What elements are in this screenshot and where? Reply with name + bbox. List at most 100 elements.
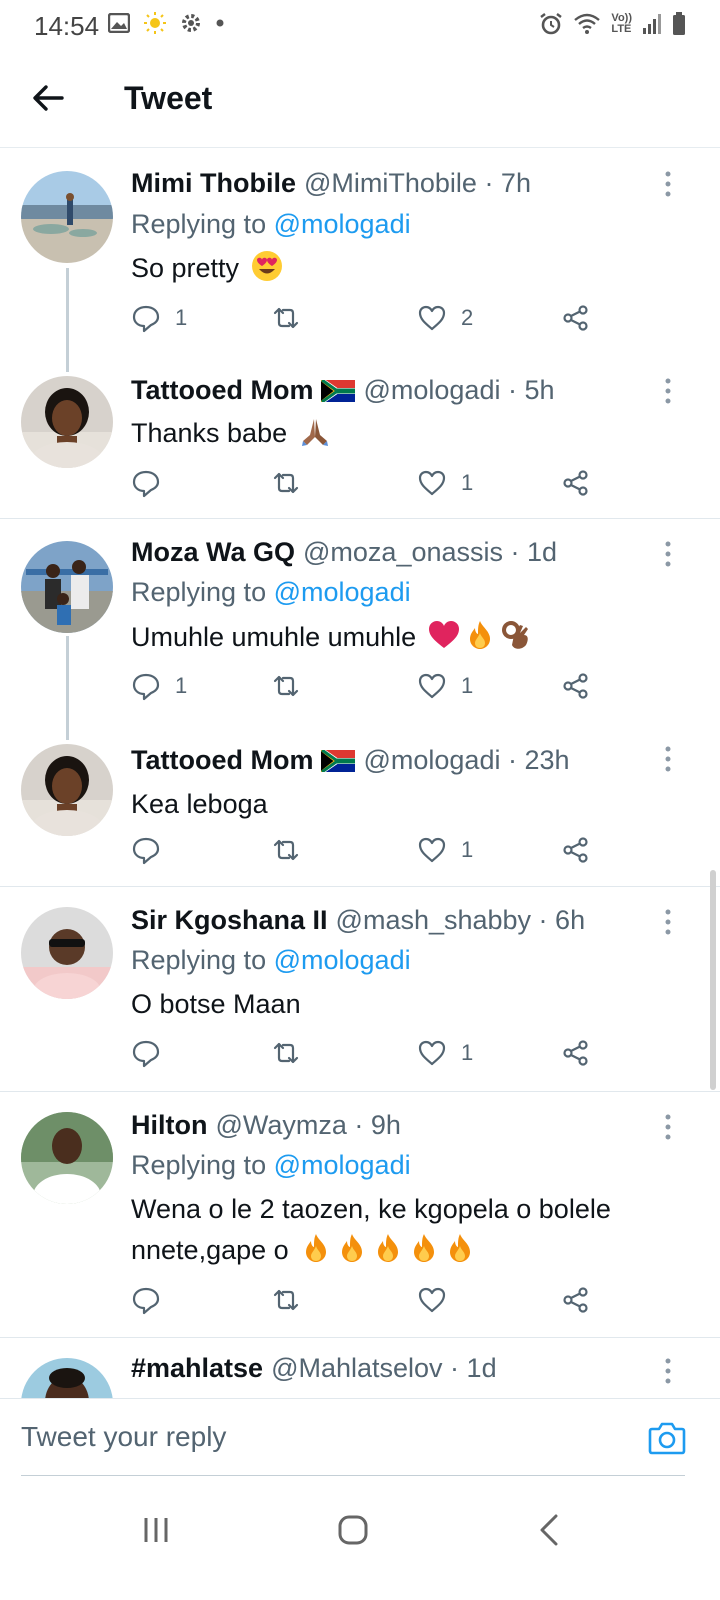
tweet-item[interactable]: Mimi Thobile @MimiThobile · 7h Replying …	[0, 148, 720, 353]
more-options-button[interactable]	[656, 908, 680, 936]
system-back-button[interactable]	[530, 1510, 570, 1550]
more-options-button[interactable]	[656, 1357, 680, 1385]
user-handle[interactable]: @mologadi · 5h	[363, 375, 554, 406]
replies-feed[interactable]: Mimi Thobile @MimiThobile · 7h Replying …	[0, 148, 720, 1398]
reply-icon	[132, 1040, 160, 1068]
tweet-text: Wena o le 2 taozen, ke kgopela o bolele …	[131, 1189, 691, 1271]
tweet-header: Tattooed Mom @mologadi · 23h	[131, 745, 570, 776]
replying-to: Replying to @mologadi	[131, 577, 411, 608]
tweet-item[interactable]: Tattooed Mom @mologadi · 5h Thanks babe …	[0, 353, 720, 518]
scrollbar[interactable]	[710, 870, 716, 1090]
retweet-icon	[273, 839, 299, 861]
home-button[interactable]	[333, 1510, 373, 1550]
user-handle[interactable]: @Waymza · 9h	[215, 1110, 400, 1141]
share-button[interactable]	[561, 835, 591, 865]
like-count: 1	[461, 837, 474, 862]
share-icon	[563, 470, 588, 496]
more-options-button[interactable]	[656, 540, 680, 568]
user-handle[interactable]: @Mahlatselov · 1d	[271, 1353, 497, 1384]
like-button[interactable]: 1	[417, 468, 473, 498]
heart-icon	[418, 470, 446, 496]
retweet-button[interactable]	[271, 671, 315, 701]
tweet-item[interactable]: Hilton @Waymza · 9h Replying to @mologad…	[0, 1091, 720, 1337]
fire-emoji-icon	[378, 1234, 399, 1262]
camera-icon	[648, 1422, 686, 1455]
avatar[interactable]	[21, 171, 113, 263]
share-button[interactable]	[561, 671, 591, 701]
share-button[interactable]	[561, 303, 591, 333]
avatar[interactable]	[21, 376, 113, 468]
user-name[interactable]: Moza Wa GQ	[131, 537, 295, 568]
more-options-button[interactable]	[656, 745, 680, 773]
more-options-button[interactable]	[656, 1113, 680, 1141]
reply-button[interactable]: 1	[131, 671, 187, 701]
user-name[interactable]: Tattooed Mom	[131, 745, 313, 776]
tweet-item[interactable]: #mahlatse @Mahlatselov · 1d	[0, 1337, 720, 1398]
reply-button[interactable]	[131, 1285, 175, 1315]
heart-icon	[418, 1287, 446, 1313]
mention-link[interactable]: @mologadi	[274, 577, 411, 607]
more-vertical-icon	[665, 541, 671, 567]
user-handle[interactable]: @mash_shabby · 6h	[336, 905, 586, 936]
more-options-button[interactable]	[656, 377, 680, 405]
share-button[interactable]	[561, 468, 591, 498]
mention-link[interactable]: @mologadi	[274, 945, 411, 975]
reply-input[interactable]	[21, 1417, 621, 1457]
tweet-text-content: Thanks babe	[131, 418, 288, 448]
share-button[interactable]	[561, 1285, 591, 1315]
reply-button[interactable]	[131, 835, 175, 865]
more-vertical-icon	[665, 909, 671, 935]
volte-icon: Vo)) LTE	[611, 13, 632, 35]
avatar[interactable]	[21, 907, 113, 999]
user-name[interactable]: Mimi Thobile	[131, 168, 296, 199]
user-handle[interactable]: @MimiThobile · 7h	[304, 168, 531, 199]
reply-button[interactable]	[131, 1038, 175, 1068]
tweet-text-content: So pretty	[131, 253, 240, 283]
reply-button[interactable]: 1	[131, 303, 187, 333]
tweet-text: Kea leboga	[131, 784, 691, 825]
tweet-actions: 1	[131, 1038, 611, 1078]
wifi-icon	[574, 13, 601, 34]
avatar[interactable]	[21, 1358, 113, 1398]
top-bar: Tweet	[0, 52, 720, 148]
camera-button[interactable]	[648, 1421, 686, 1455]
retweet-button[interactable]	[271, 1038, 315, 1068]
avatar[interactable]	[21, 541, 113, 633]
like-button[interactable]: 1	[417, 1038, 473, 1068]
like-button[interactable]: 1	[417, 671, 473, 701]
more-vertical-icon	[665, 746, 671, 772]
avatar[interactable]	[21, 1112, 113, 1204]
retweet-button[interactable]	[271, 1285, 315, 1315]
avatar[interactable]	[21, 744, 113, 836]
user-name[interactable]: Sir Kgoshana II	[131, 905, 328, 936]
replying-prefix: Replying to	[131, 1150, 267, 1180]
fire-emoji-icon	[414, 1234, 435, 1262]
like-button[interactable]: 2	[417, 303, 473, 333]
tweet-item[interactable]: Tattooed Mom @mologadi · 23h Kea leboga …	[0, 723, 720, 886]
mention-link[interactable]: @mologadi	[274, 209, 411, 239]
tweet-item[interactable]: Moza Wa GQ @moza_onassis · 1d Replying t…	[0, 518, 720, 723]
like-count: 2	[461, 305, 474, 330]
user-name[interactable]: #mahlatse	[131, 1353, 263, 1384]
like-count: 1	[461, 470, 474, 495]
like-button[interactable]: 1	[417, 835, 473, 865]
reply-button[interactable]	[131, 468, 175, 498]
user-name[interactable]: Tattooed Mom	[131, 375, 313, 406]
tweet-item[interactable]: Sir Kgoshana II @mash_shabby · 6h Replyi…	[0, 886, 720, 1091]
retweet-button[interactable]	[271, 835, 315, 865]
share-button[interactable]	[561, 1038, 591, 1068]
page-title: Tweet	[124, 80, 213, 116]
like-button[interactable]	[417, 1285, 461, 1315]
replying-to: Replying to @mologadi	[131, 945, 411, 976]
recents-icon	[144, 1518, 168, 1542]
user-handle[interactable]: @moza_onassis · 1d	[303, 537, 557, 568]
user-name[interactable]: Hilton	[131, 1110, 207, 1141]
recents-button[interactable]	[136, 1510, 176, 1550]
mention-link[interactable]: @mologadi	[274, 1150, 411, 1180]
signal-icon	[643, 14, 661, 34]
retweet-button[interactable]	[271, 303, 315, 333]
back-button[interactable]	[28, 78, 68, 118]
user-handle[interactable]: @mologadi · 23h	[363, 745, 569, 776]
more-options-button[interactable]	[656, 170, 680, 198]
retweet-button[interactable]	[271, 468, 315, 498]
